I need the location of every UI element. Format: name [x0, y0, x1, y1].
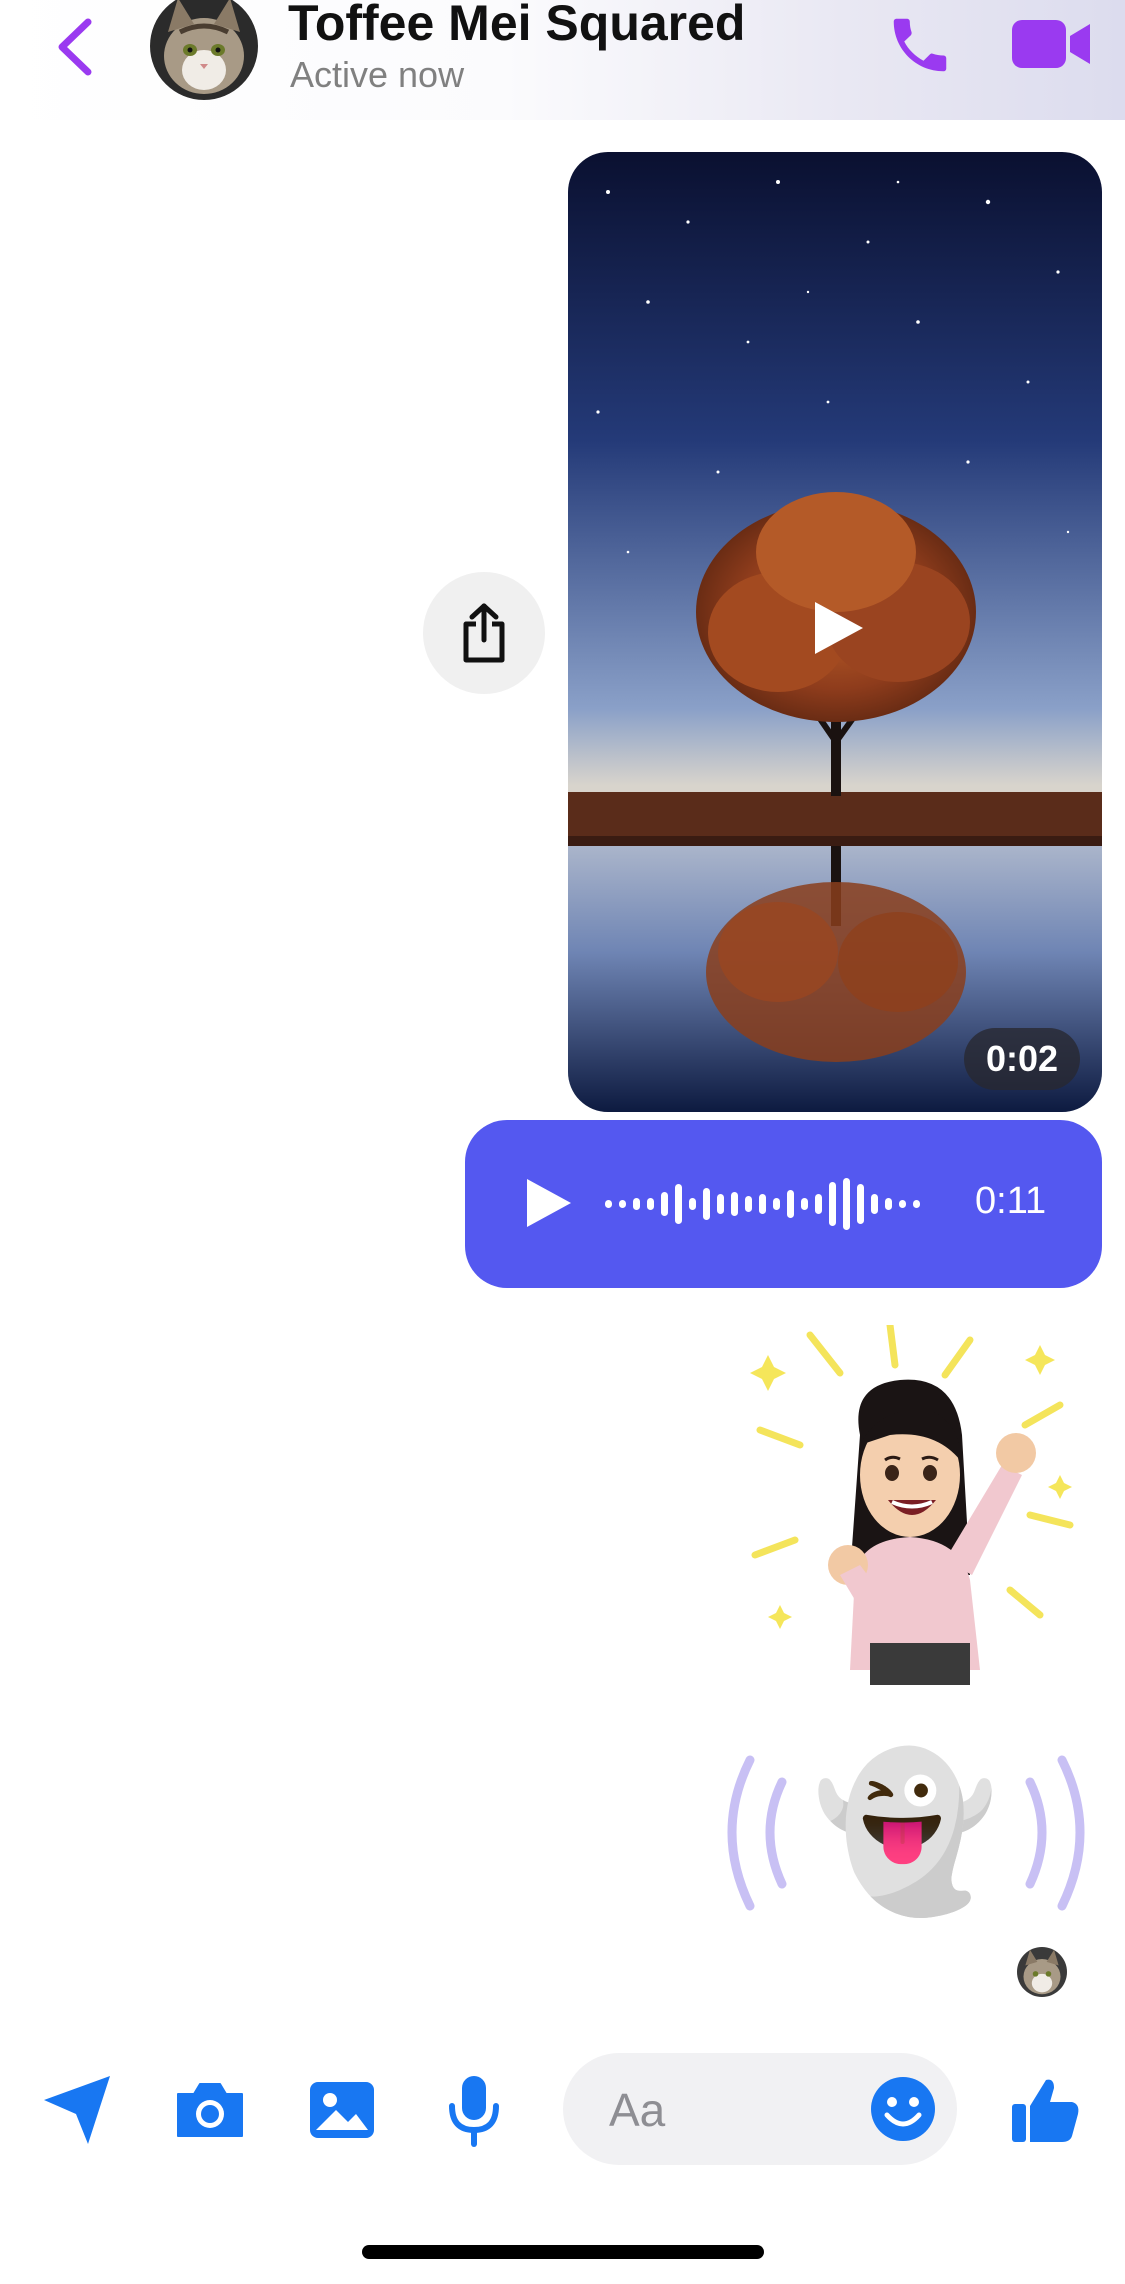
ghost-emoji: 👻 — [811, 1745, 999, 1919]
message-input[interactable]: Aa — [563, 2053, 957, 2165]
chevron-left-icon — [58, 18, 92, 76]
share-button[interactable] — [423, 572, 545, 694]
home-indicator[interactable] — [362, 2245, 764, 2259]
video-call-button[interactable] — [1010, 14, 1092, 74]
contact-name[interactable]: Toffee Mei Squared — [288, 0, 745, 52]
play-icon — [527, 1179, 571, 1227]
phone-icon — [893, 18, 947, 72]
video-message[interactable]: 0:02 — [568, 152, 1102, 1112]
animated-emoji-message[interactable]: 👻 — [712, 1740, 1102, 1925]
celebrating-avatar-sticker[interactable] — [740, 1321, 1100, 1685]
message-input-placeholder: Aa — [609, 2084, 666, 2136]
video-play-button[interactable] — [799, 592, 871, 664]
thumbs-up-icon — [1012, 2079, 1079, 2142]
video-duration: 0:02 — [963, 1028, 1080, 1090]
camera-icon — [177, 2083, 243, 2137]
audio-waveform — [605, 1178, 920, 1230]
cat-avatar-icon — [1017, 1947, 1067, 1997]
emoji-button[interactable] — [869, 2075, 937, 2143]
back-button[interactable] — [52, 12, 102, 82]
navigation-arrow-icon — [44, 2076, 110, 2144]
active-status: Active now — [290, 54, 465, 95]
thumbs-up-button[interactable] — [1010, 2074, 1082, 2146]
voice-call-button[interactable] — [885, 10, 955, 80]
message-composer: Aa — [0, 2040, 1125, 2180]
chat-header: Toffee Mei Squared Active now — [0, 0, 1125, 120]
send-location-button[interactable] — [38, 2070, 118, 2150]
share-icon — [463, 603, 505, 663]
microphone-icon — [449, 2076, 499, 2147]
cat-avatar-icon — [150, 0, 258, 100]
video-camera-icon — [1012, 20, 1090, 68]
seen-receipt-avatar — [1017, 1947, 1067, 1997]
avatar-sticker-icon — [750, 1321, 1074, 1685]
play-icon — [815, 602, 863, 654]
messenger-chat-screen: Toffee Mei Squared Active now 0:02 0:11 … — [0, 0, 1125, 2284]
photo-icon — [310, 2082, 374, 2138]
gallery-button[interactable] — [302, 2070, 382, 2150]
audio-message[interactable]: 0:11 — [465, 1120, 1102, 1288]
contact-avatar[interactable] — [150, 0, 258, 100]
audio-play-button[interactable] — [523, 1175, 575, 1231]
audio-duration: 0:11 — [975, 1180, 1047, 1222]
voice-record-button[interactable] — [434, 2070, 514, 2150]
smiley-icon — [871, 2077, 935, 2141]
camera-button[interactable] — [170, 2070, 250, 2150]
